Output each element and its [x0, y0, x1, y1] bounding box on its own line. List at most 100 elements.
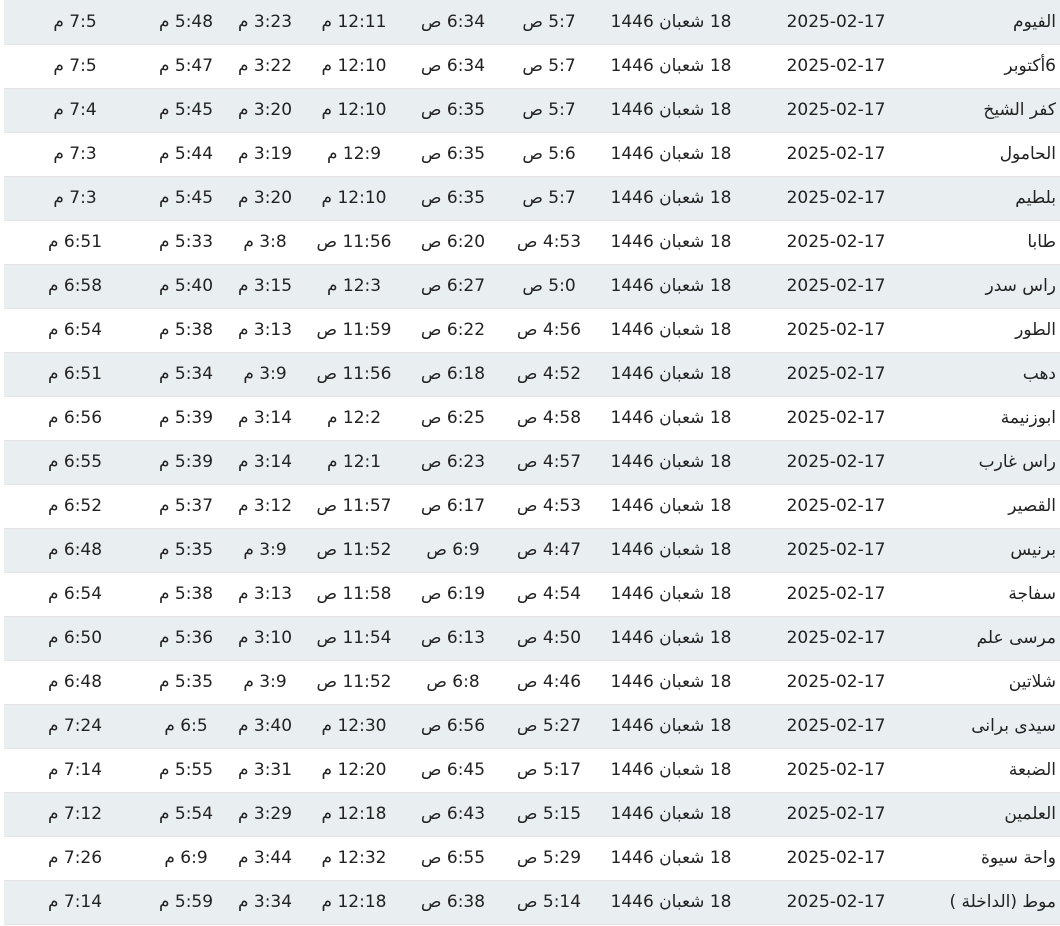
table-row: راس غارب 2025-02-17 18 شعبان 1446 4:57 ص 6:2… [4, 440, 1060, 484]
cell-asr: 3:44 م [237, 848, 293, 868]
table-row: الضبعة 2025-02-17 18 شعبان 1446 5:17 ص 6:45 … [4, 748, 1060, 792]
cell-dhuhr: 12:1 م [326, 452, 382, 472]
cell-maghrib: 5:38 م [158, 320, 214, 340]
cell-hijri: 18 شعبان 1446 [610, 144, 732, 164]
cell-maghrib: 5:59 م [158, 892, 214, 912]
cell-asr: 3:23 م [237, 11, 293, 32]
prayer-times-table: الفيوم 2025-02-17 18 شعبان 1446 5:7 ص 6:34 ص… [4, 0, 1060, 925]
cell-asr: 3:14 م [237, 452, 293, 472]
cell-isha: 7:12 م [47, 804, 103, 824]
cell-sunrise: 6:35 ص [420, 100, 486, 120]
cell-date: 2025-02-17 [786, 848, 886, 868]
cell-sunrise: 6:20 ص [420, 232, 486, 252]
cell-sunrise: 6:43 ص [420, 804, 486, 824]
cell-city: الحامول [999, 144, 1056, 164]
cell-date: 2025-02-17 [786, 628, 886, 648]
cell-asr: 3:20 م [237, 188, 293, 208]
cell-date: 2025-02-17 [786, 716, 886, 736]
table-row: طابا 2025-02-17 18 شعبان 1446 4:53 ص 6:20 ص 1… [4, 220, 1060, 264]
cell-date: 2025-02-17 [786, 232, 886, 252]
cell-city: شلاتين [1008, 672, 1056, 692]
cell-asr: 3:40 م [237, 716, 293, 736]
cell-fajr: 4:50 ص [516, 628, 582, 648]
cell-asr: 3:20 م [237, 100, 293, 120]
cell-maghrib: 5:35 م [158, 540, 214, 560]
cell-asr: 3:29 م [237, 804, 293, 824]
cell-dhuhr: 11:52 ص [316, 672, 392, 692]
cell-city: مرسى علم [976, 628, 1056, 648]
cell-fajr: 5:14 ص [516, 892, 582, 912]
table-row: موط (الداخلة ) 2025-02-17 18 شعبان 1446 5:1… [4, 880, 1060, 924]
cell-isha: 6:54 م [47, 320, 103, 340]
cell-isha: 7:3 م [53, 144, 97, 164]
cell-city: راس سدر [985, 276, 1056, 296]
cell-isha: 7:5 م [53, 56, 97, 76]
cell-fajr: 5:17 ص [516, 760, 582, 780]
table-row: 6أكتوبر 2025-02-17 18 شعبان 1446 5:7 ص 6:34 … [4, 44, 1060, 88]
cell-isha: 6:58 م [47, 276, 103, 296]
cell-city: الطور [1015, 320, 1056, 340]
cell-date: 2025-02-17 [786, 804, 886, 824]
cell-asr: 3:22 م [237, 56, 293, 76]
cell-city: سيدى برانى [971, 716, 1056, 736]
cell-sunrise: 6:55 ص [420, 848, 486, 868]
cell-maghrib: 5:37 م [158, 496, 214, 516]
cell-asr: 3:9 م [243, 672, 287, 692]
prayer-times-table-wrap: الفيوم 2025-02-17 18 شعبان 1446 5:7 ص 6:34 ص… [4, 0, 1060, 925]
cell-isha: 7:14 م [47, 760, 103, 780]
cell-city: برنيس [1010, 540, 1056, 560]
cell-asr: 3:8 م [243, 232, 287, 252]
cell-date: 2025-02-17 [786, 188, 886, 208]
cell-fajr: 5:15 ص [516, 804, 582, 824]
cell-asr: 3:10 م [237, 628, 293, 648]
cell-date: 2025-02-17 [786, 144, 886, 164]
cell-isha: 7:5 م [53, 11, 97, 32]
cell-city: العلمين [1004, 804, 1056, 824]
cell-isha: 6:48 م [47, 672, 103, 692]
table-row: العلمين 2025-02-17 18 شعبان 1446 5:15 ص 6:43… [4, 792, 1060, 836]
cell-sunrise: 6:27 ص [420, 276, 486, 296]
cell-fajr: 5:7 ص [522, 11, 576, 32]
cell-city: كفر الشيخ [983, 100, 1056, 120]
table-row: راس سدر 2025-02-17 18 شعبان 1446 5:0 ص 6:27 … [4, 264, 1060, 308]
cell-fajr: 4:53 ص [516, 496, 582, 516]
cell-sunrise: 6:45 ص [420, 760, 486, 780]
cell-maghrib: 5:39 م [158, 452, 214, 472]
cell-maghrib: 5:47 م [158, 56, 214, 76]
table-row: سفاجة 2025-02-17 18 شعبان 1446 4:54 ص 6:19 ص… [4, 572, 1060, 616]
cell-asr: 3:13 م [237, 584, 293, 604]
cell-maghrib: 6:5 م [164, 716, 208, 736]
cell-dhuhr: 11:58 ص [316, 584, 392, 604]
cell-hijri: 18 شعبان 1446 [610, 628, 732, 648]
cell-sunrise: 6:17 ص [420, 496, 486, 516]
cell-isha: 7:3 م [53, 188, 97, 208]
cell-dhuhr: 12:3 م [326, 276, 382, 296]
cell-dhuhr: 11:54 ص [316, 628, 392, 648]
cell-maghrib: 5:38 م [158, 584, 214, 604]
cell-maghrib: 5:35 م [158, 672, 214, 692]
cell-hijri: 18 شعبان 1446 [610, 408, 732, 428]
cell-city: دهب [1022, 364, 1056, 384]
cell-fajr: 5:6 ص [522, 144, 576, 164]
cell-asr: 3:12 م [237, 496, 293, 516]
cell-hijri: 18 شعبان 1446 [610, 716, 732, 736]
cell-maghrib: 5:40 م [158, 276, 214, 296]
cell-sunrise: 6:9 ص [426, 540, 480, 560]
cell-hijri: 18 شعبان 1446 [610, 760, 732, 780]
cell-asr: 3:13 م [237, 320, 293, 340]
cell-maghrib: 5:33 م [158, 232, 214, 252]
cell-fajr: 4:46 ص [516, 672, 582, 692]
cell-fajr: 4:54 ص [516, 584, 582, 604]
cell-fajr: 5:7 ص [522, 188, 576, 208]
cell-maghrib: 5:45 م [158, 188, 214, 208]
cell-hijri: 18 شعبان 1446 [610, 804, 732, 824]
cell-dhuhr: 11:59 ص [316, 320, 392, 340]
cell-maghrib: 5:45 م [158, 100, 214, 120]
cell-sunrise: 6:13 ص [420, 628, 486, 648]
cell-city: راس غارب [978, 452, 1056, 472]
cell-sunrise: 6:35 ص [420, 188, 486, 208]
cell-asr: 3:14 م [237, 408, 293, 428]
cell-date: 2025-02-17 [786, 100, 886, 120]
cell-date: 2025-02-17 [786, 276, 886, 296]
cell-date: 2025-02-17 [786, 11, 886, 32]
